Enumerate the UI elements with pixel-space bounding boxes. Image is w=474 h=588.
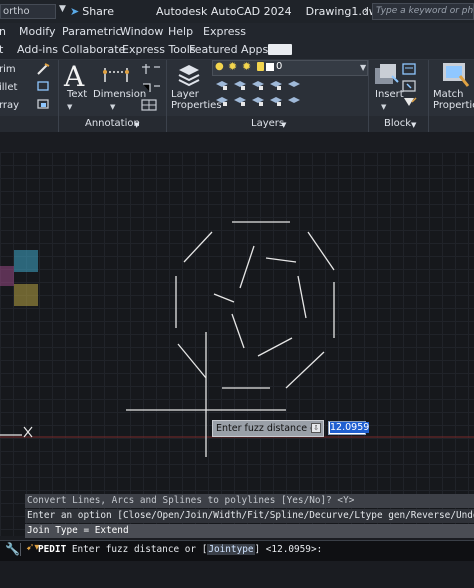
- ribbon-separator: [58, 60, 59, 132]
- tab-featured-apps[interactable]: Featured Apps: [189, 43, 268, 56]
- menu-item-modify[interactable]: Modify: [19, 25, 55, 38]
- menu-item-draw[interactable]: n: [0, 25, 6, 38]
- status-bar-area: [0, 561, 474, 588]
- text-tool-label: Text: [67, 89, 88, 100]
- ribbon-separator: [368, 60, 369, 132]
- modify-tools-icons[interactable]: [35, 62, 51, 118]
- ribbon-toggle-button[interactable]: [268, 44, 292, 55]
- fuzz-distance-input[interactable]: 12.0959: [328, 421, 370, 435]
- dynamic-input-prompt-text: Enter fuzz distance or: [216, 423, 320, 434]
- chevron-down-icon[interactable]: ▼: [360, 63, 366, 72]
- dimension-tool-label: Dimension: [93, 89, 147, 100]
- tab-add-ins[interactable]: Add-ins: [17, 43, 58, 56]
- block-group-label[interactable]: Block: [384, 118, 411, 129]
- command-history-line: Convert Lines, Arcs and Splines to polyl…: [25, 494, 474, 508]
- search-input[interactable]: Type a keyword or phrase: [372, 3, 474, 20]
- current-layer-name: 0: [276, 61, 283, 72]
- chevron-down-icon[interactable]: ▼: [381, 103, 386, 111]
- command-default-value: ] <12.0959>:: [254, 544, 323, 555]
- ribbon-separator: [428, 60, 429, 132]
- match-properties-icon[interactable]: [440, 60, 470, 88]
- fuzz-distance-value: 12.0959: [330, 422, 370, 433]
- command-history-line: Enter an option [Close/Open/Join/Width/F…: [25, 509, 474, 523]
- chevron-down-icon[interactable]: ▼: [110, 103, 115, 111]
- app-name: Autodesk AutoCAD 2024: [156, 5, 292, 18]
- menu-bar: n Modify Parametric Window Help Express: [0, 23, 474, 41]
- layers-group-label[interactable]: Layers: [251, 118, 284, 129]
- command-option-jointype[interactable]: Jointype: [207, 544, 255, 555]
- chevron-down-icon[interactable]: ▼: [134, 121, 139, 129]
- insert-block-icon[interactable]: [372, 62, 400, 88]
- annotation-group-label[interactable]: Annotation: [85, 118, 140, 129]
- match-properties-label[interactable]: Match Properties: [433, 89, 474, 111]
- drawing-geometry[interactable]: [0, 152, 474, 536]
- share-button[interactable]: ➤ Share: [70, 5, 114, 18]
- chevron-down-icon[interactable]: ▼: [411, 121, 416, 129]
- crosshair-cursor-icon: [23, 426, 33, 438]
- freeze-icon[interactable]: ✹: [242, 60, 251, 73]
- viewcube-blue-face[interactable]: [14, 250, 38, 272]
- command-prompt-text: Enter fuzz distance or [: [66, 544, 208, 555]
- lock-icon[interactable]: [257, 62, 264, 71]
- share-icon: ➤: [70, 5, 80, 18]
- dynamic-input-options-icon[interactable]: ⇩: [311, 423, 321, 433]
- command-history-line: Join Type = Extend: [25, 524, 474, 538]
- chevron-down-icon[interactable]: ▼: [59, 4, 66, 14]
- menu-item-express[interactable]: Express: [203, 25, 246, 38]
- insert-label[interactable]: Insert: [375, 89, 404, 100]
- chevron-down-icon[interactable]: ▼: [281, 121, 286, 129]
- tab-express-tools[interactable]: Express Tools: [122, 43, 196, 56]
- annotation-small-icons[interactable]: [140, 62, 162, 112]
- block-tools-icons[interactable]: [401, 62, 419, 112]
- search-expand-icon[interactable]: ›: [364, 5, 368, 16]
- chevron-down-icon[interactable]: ▼: [67, 103, 72, 111]
- layer-properties-icon[interactable]: [176, 62, 202, 88]
- viewcube-yellow-face[interactable]: [14, 284, 38, 306]
- fillet-button[interactable]: illet: [0, 82, 17, 93]
- dimension-tool-icon[interactable]: [101, 62, 131, 86]
- command-name: PEDIT: [38, 544, 67, 555]
- sun-icon[interactable]: ✹: [228, 60, 237, 73]
- command-line-text[interactable]: PEDIT Enter fuzz distance or [Jointype] …: [38, 544, 322, 555]
- window-title: Autodesk AutoCAD 2024 Drawing1.dwg: [156, 5, 385, 18]
- workspace-dropdown[interactable]: ortho: [0, 4, 56, 19]
- array-button[interactable]: rray: [0, 100, 19, 111]
- menu-item-parametric[interactable]: Parametric: [62, 25, 122, 38]
- file-tabs-strip: [0, 132, 474, 152]
- tab-collaborate[interactable]: Collaborate: [62, 43, 125, 56]
- ribbon-tabs: t Add-ins Collaborate Express Tools Feat…: [0, 41, 474, 60]
- viewcube-magenta-face[interactable]: [0, 266, 14, 286]
- dynamic-input-prompt: Enter fuzz distance or: [212, 420, 324, 437]
- layer-color-swatch: [266, 63, 274, 71]
- layer-tools-icons[interactable]: [214, 78, 306, 114]
- tab-output[interactable]: t: [0, 43, 3, 56]
- share-label: Share: [82, 5, 114, 18]
- layer-on-icon[interactable]: ●: [215, 61, 224, 72]
- menu-item-help[interactable]: Help: [168, 25, 193, 38]
- command-line-separator: [20, 543, 21, 556]
- trim-button[interactable]: rim: [0, 64, 16, 75]
- menu-item-window[interactable]: Window: [120, 25, 163, 38]
- ribbon-separator: [166, 60, 167, 132]
- workspace-value: ortho: [3, 6, 30, 17]
- wrench-icon[interactable]: 🔧: [5, 542, 20, 556]
